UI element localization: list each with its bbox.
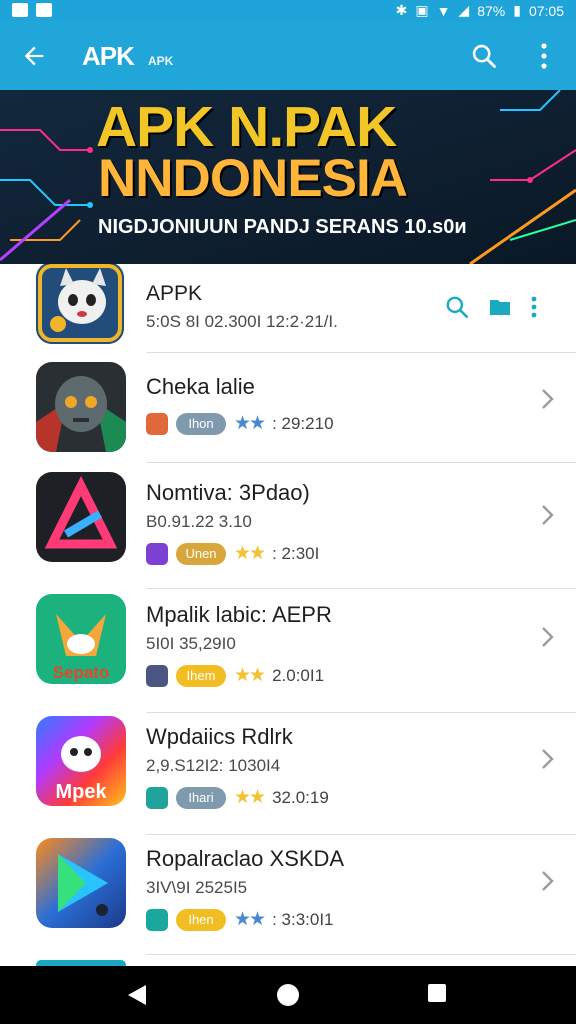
divider <box>146 462 576 463</box>
app-meta: 3IV\9I 2525I5 <box>146 878 248 897</box>
divider <box>146 712 576 713</box>
app-list: APPK 5:0S 8I 02.300I 12:2·21/I. Cheka la… <box>0 264 576 966</box>
status-bar: ✱ ▣ ▼ ◢ 87% ▮ 07:05 <box>0 0 576 22</box>
category-badge-icon <box>146 664 168 687</box>
app-icon-mascot: Mpek <box>36 716 126 806</box>
rating-value: : 3:3:0I1 <box>272 909 334 929</box>
app-bar: APK APK <box>0 22 576 90</box>
category-badge-icon <box>146 542 168 565</box>
clock: 07:05 <box>528 2 564 19</box>
banner-caption: NIGDJONIUUN PANDJ SERANS 10.s0и <box>98 216 467 238</box>
rating-stars-icon: ★★ <box>234 787 266 808</box>
search-icon[interactable] <box>470 42 498 70</box>
list-item[interactable]: Nomtiva: 3Pdao) B0.91.22 3.10 Unen ★★ : … <box>0 472 576 590</box>
app-name: Cheka lalie <box>146 374 255 399</box>
app-icon-triangle <box>36 472 126 562</box>
list-item[interactable]: Cheka lalie Ihon ★★ : 29:210 <box>0 360 576 470</box>
nav-home-icon[interactable] <box>277 984 299 1006</box>
nav-recents-icon[interactable] <box>428 984 446 1002</box>
list-item[interactable]: Mpek Wpdaiics Rdlrk 2,9.S12I2: 1030I4 Ih… <box>0 716 576 835</box>
nav-back-icon[interactable] <box>126 983 148 1007</box>
tag-pill: Ihem <box>176 664 226 687</box>
rating-value: 32.0:19 <box>272 787 329 807</box>
app-icon-wolf <box>36 264 124 344</box>
folder-icon[interactable] <box>488 295 512 319</box>
svg-text:Sepato: Sepato <box>53 663 110 682</box>
system-nav-bar <box>0 966 576 1024</box>
list-item-header-app[interactable]: APPK 5:0S 8I 02.300I 12:2·21/I. <box>0 264 576 353</box>
tag-pill: Ihen <box>176 908 226 931</box>
back-arrow-icon[interactable] <box>20 42 48 70</box>
app-name: Nomtiva: 3Pdao) <box>146 480 310 505</box>
chevron-right-icon[interactable] <box>538 386 558 412</box>
category-badge-icon <box>146 412 168 435</box>
app-icon-robot <box>36 362 126 452</box>
gallery-notification-icon <box>12 3 28 17</box>
divider <box>146 352 576 353</box>
battery-level: 87% <box>477 2 506 19</box>
vibrate-icon: ▣ <box>415 2 429 18</box>
app-icon-fox: Sepato <box>36 594 126 684</box>
app-meta: B0.91.22 3.10 <box>146 512 252 531</box>
chevron-right-icon[interactable] <box>538 624 558 650</box>
list-item[interactable]: Sepato Mpalik labic: AEPR 5I0I 35,29I0 I… <box>0 594 576 713</box>
signal-icon: ◢ <box>458 2 470 18</box>
app-name: Wpdaiics Rdlrk <box>146 724 293 749</box>
rating-stars-icon: ★★ <box>234 543 266 564</box>
app-meta: 5I0I 35,29I0 <box>146 634 236 653</box>
rating-stars-icon: ★★ <box>234 909 266 930</box>
rating-value: : 29:210 <box>272 413 334 433</box>
category-badge-icon <box>146 786 168 809</box>
app-title: APK <box>82 41 135 71</box>
divider <box>146 954 576 955</box>
banner-headline-2: NNDONESIA <box>98 149 408 208</box>
more-options-icon[interactable] <box>536 41 552 71</box>
app-name: Ropalraclao XSKDA <box>146 846 345 871</box>
bluetooth-icon: ✱ <box>395 2 408 18</box>
wifi-icon: ▼ <box>436 2 451 19</box>
chevron-right-icon[interactable] <box>538 502 558 528</box>
search-icon[interactable] <box>444 294 470 320</box>
chevron-right-icon[interactable] <box>538 868 558 894</box>
rating-stars-icon: ★★ <box>234 413 266 434</box>
more-options-icon[interactable] <box>530 295 538 319</box>
divider <box>146 834 576 835</box>
notification-icon <box>36 3 52 17</box>
list-item[interactable]: Ropalraclao XSKDA 3IV\9I 2525I5 Ihen ★★ … <box>0 838 576 956</box>
rating-value: : 2:30I <box>272 543 320 563</box>
svg-text:Mpek: Mpek <box>55 781 107 803</box>
rating-stars-icon: ★★ <box>234 665 266 686</box>
battery-icon: ▮ <box>513 2 521 18</box>
app-meta: 2,9.S12I2: 1030I4 <box>146 756 281 775</box>
tag-pill: Ihon <box>176 412 226 435</box>
chevron-right-icon[interactable] <box>538 746 558 772</box>
app-subtitle: APK <box>148 54 174 68</box>
tag-pill: Unen <box>176 542 226 565</box>
rating-value: 2.0:0I1 <box>272 665 325 685</box>
app-name: Mpalik labic: AEPR <box>146 602 332 627</box>
app-icon-play <box>36 838 126 928</box>
category-badge-icon <box>146 908 168 931</box>
tag-pill: Ihari <box>176 786 226 809</box>
app-name: APPK <box>146 282 203 305</box>
promo-banner[interactable]: APK N.PAK NNDONESIA NIGDJONIUUN PANDJ SE… <box>0 90 576 264</box>
app-meta: 5:0S 8I 02.300I 12:2·21/I. <box>146 312 338 331</box>
divider <box>146 588 576 589</box>
